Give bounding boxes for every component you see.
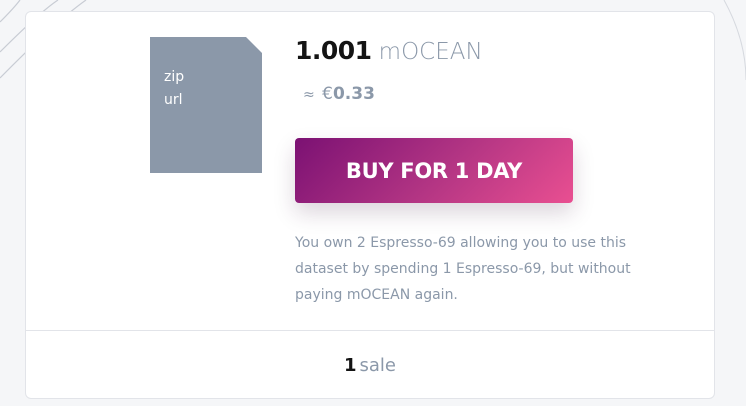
sales-number: 1 bbox=[343, 354, 357, 376]
file-format-labels: zip url bbox=[164, 66, 184, 112]
token-symbol: mOCEAN bbox=[378, 39, 483, 65]
sales-count: 1 sale bbox=[26, 331, 714, 398]
buy-button[interactable]: BUY FOR 1 DAY bbox=[295, 138, 573, 203]
ownership-note: You own 2 Espresso-69 allowing you to us… bbox=[295, 235, 631, 303]
sales-label: sale bbox=[359, 354, 396, 376]
file-format-label: zip bbox=[164, 69, 185, 85]
price: 1.001 mOCEAN bbox=[295, 36, 483, 65]
file-icon: zip url bbox=[150, 37, 262, 173]
asset-card: zip url 1.001 mOCEAN ≈ €0.33 BUY FOR 1 D… bbox=[25, 11, 715, 399]
price-amount: 1.001 bbox=[295, 36, 372, 65]
file-source-label: url bbox=[164, 92, 183, 108]
approx-sign: ≈ bbox=[303, 87, 315, 103]
currency-symbol: € bbox=[322, 84, 333, 104]
fiat-value: 0.33 bbox=[332, 84, 375, 104]
fiat-conversion: ≈ €0.33 bbox=[303, 84, 375, 104]
